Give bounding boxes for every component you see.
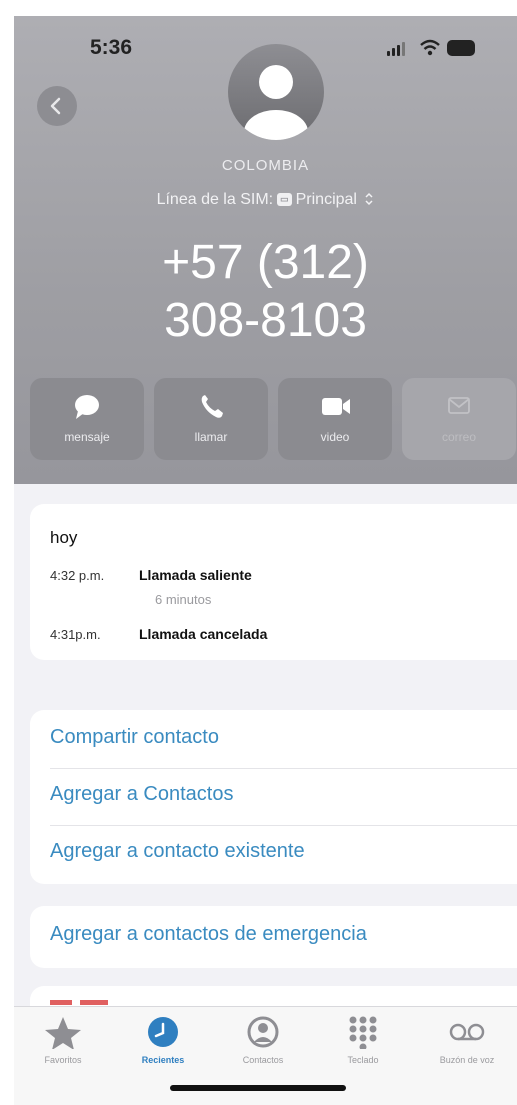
tab-keypad[interactable]: Teclado [318,1015,408,1075]
chevron-updown-icon [365,192,373,206]
call-history-card: hoy 4:32 p.m. Llamada saliente 6 minutos… [30,504,517,660]
home-indicator[interactable] [170,1085,346,1091]
tab-contacts-label: Contactos [242,1055,284,1065]
sim-chip-icon: ▭ [277,193,292,206]
tab-contacts[interactable]: Contactos [218,1015,308,1075]
call-label: llamar [194,430,228,444]
call-history-title: hoy [50,528,78,547]
mail-label: correo [441,430,476,444]
tab-favorites[interactable]: Favoritos [18,1015,108,1075]
tab-voicemail-label: Buzón de voz [439,1055,495,1065]
person-circle-icon [247,1016,279,1048]
call-duration: 6 minutos [155,592,212,607]
action-buttons: mensaje llamar video correo [30,378,517,460]
phone-icon [201,395,223,418]
divider [50,825,517,826]
video-icon [322,398,350,415]
tab-recents-label: Recientes [141,1055,185,1065]
contact-country: COLOMBIA [221,157,310,174]
add-to-existing-contact-link[interactable]: Agregar a contacto existente [50,840,305,863]
block-option-cut-off [50,1000,108,1005]
phone-number-line1: +57 (312) [162,236,369,289]
video-button[interactable]: video [278,378,392,460]
back-button[interactable] [37,86,77,126]
status-icons [387,36,497,62]
call-type: Llamada saliente [139,567,252,583]
sim-name: Principal [295,191,357,208]
video-label: video [320,430,350,444]
wifi-icon [420,39,440,56]
add-to-contacts-link[interactable]: Agregar a Contactos [50,783,233,806]
message-icon [75,395,99,419]
divider [50,768,517,769]
add-emergency-contact-link[interactable]: Agregar a contactos de emergencia [50,923,367,946]
phone-screen: 5:36 COLOMBIA Línea de la SIM: ▭ Princip… [14,16,517,1105]
emergency-card: Agregar a contactos de emergencia [30,906,517,968]
mail-button[interactable]: correo [402,378,516,460]
star-icon [45,1017,81,1049]
tab-keypad-label: Teclado [347,1055,379,1065]
contact-header: 5:36 COLOMBIA Línea de la SIM: ▭ Princip… [14,16,517,484]
status-time: 5:36 [90,36,133,59]
voicemail-icon [449,1023,485,1041]
share-contact-link[interactable]: Compartir contacto [50,726,219,749]
call-type: Llamada cancelada [139,626,268,642]
phone-number: +57 (312) 308-8103 [14,234,517,350]
person-silhouette-icon [244,65,308,140]
sim-selector[interactable]: Línea de la SIM: ▭ Principal [14,191,517,209]
tab-recents[interactable]: Recientes [118,1015,208,1075]
keypad-icon [349,1016,377,1049]
message-label: mensaje [64,430,110,444]
tab-favorites-label: Favoritos [44,1055,82,1065]
mail-icon [448,397,470,414]
phone-number-line2: 308-8103 [164,294,367,347]
contact-options-card: Compartir contacto Agregar a Contactos A… [30,710,517,884]
signal-icon [387,42,409,56]
message-button[interactable]: mensaje [30,378,144,460]
chevron-left-icon [50,97,61,115]
avatar [228,44,324,140]
call-time: 4:31p.m. [50,627,101,642]
tab-voicemail[interactable]: Buzón de voz [422,1015,512,1075]
call-button[interactable]: llamar [154,378,268,460]
clock-icon [148,1017,178,1047]
sim-label: Línea de la SIM: [156,191,274,208]
call-time: 4:32 p.m. [50,568,105,583]
battery-icon [447,40,475,56]
